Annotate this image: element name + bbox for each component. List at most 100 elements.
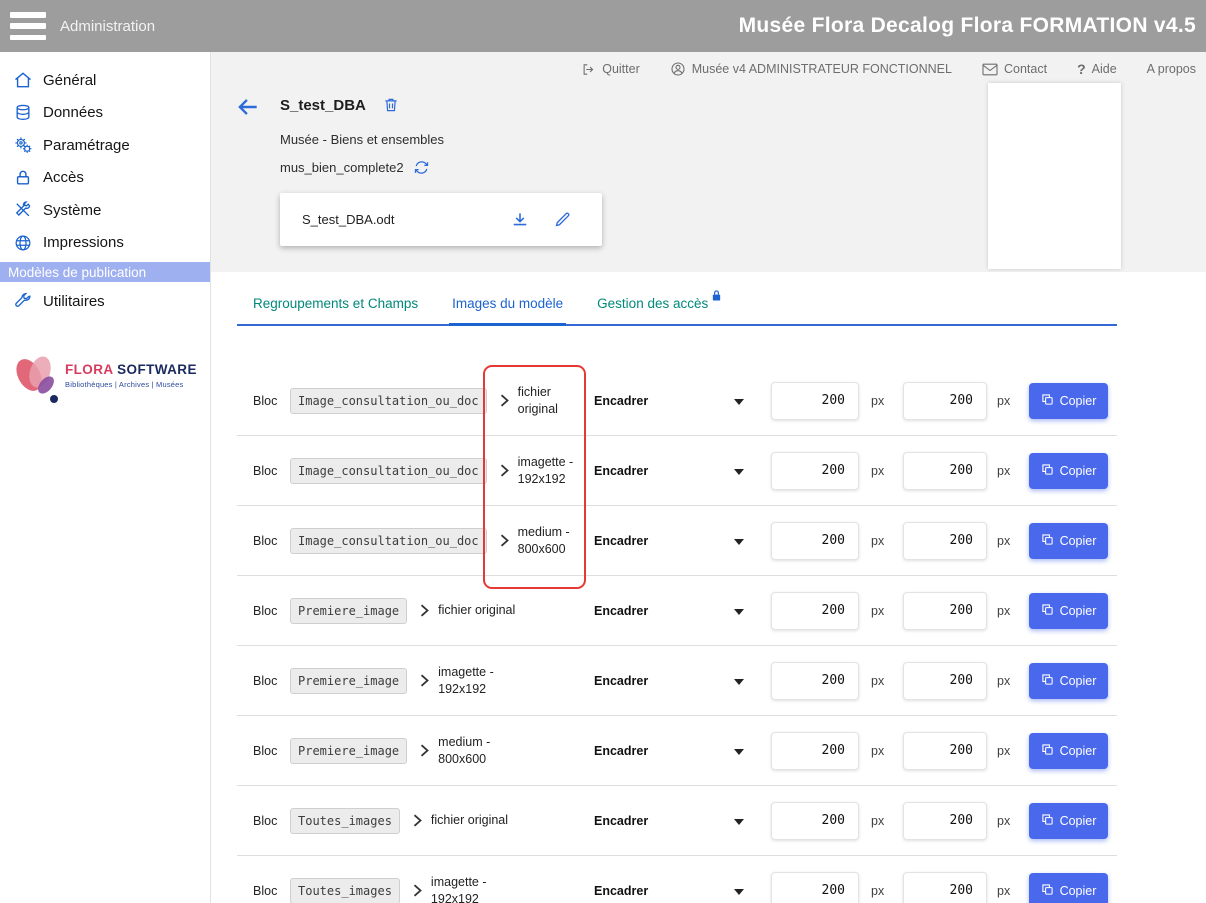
height-input[interactable] bbox=[903, 522, 987, 560]
height-input[interactable] bbox=[903, 382, 987, 420]
edit-button[interactable] bbox=[553, 210, 572, 229]
tab-images-du-modele[interactable]: Images du modèle bbox=[449, 296, 566, 326]
px-unit-label: px bbox=[871, 394, 884, 408]
image-variant-label: imagette - 192x192 bbox=[438, 664, 520, 698]
image-variant-label: imagette - 192x192 bbox=[431, 874, 513, 903]
copier-button[interactable]: Copier bbox=[1029, 453, 1108, 489]
sidebar-item-utilitaires[interactable]: Utilitaires bbox=[0, 285, 210, 318]
sidebar-item-parametrage[interactable]: Paramétrage bbox=[0, 129, 210, 162]
chevron-right-icon[interactable] bbox=[500, 394, 509, 407]
back-button[interactable] bbox=[235, 94, 261, 120]
width-input[interactable] bbox=[771, 452, 859, 490]
copier-button[interactable]: Copier bbox=[1029, 593, 1108, 629]
sidebar-item-general[interactable]: Général bbox=[0, 64, 210, 97]
width-input[interactable] bbox=[771, 802, 859, 840]
copy-icon bbox=[1041, 673, 1054, 689]
width-input[interactable] bbox=[771, 732, 859, 770]
delete-button[interactable] bbox=[382, 96, 400, 114]
encadrer-select[interactable]: Encadrer bbox=[594, 576, 744, 645]
download-button[interactable] bbox=[510, 210, 530, 230]
px-unit-label: px bbox=[997, 464, 1010, 478]
quit-button[interactable]: Quitter bbox=[581, 62, 640, 77]
tab-regroupements-et-champs[interactable]: Regroupements et Champs bbox=[250, 296, 421, 324]
chevron-right-icon[interactable] bbox=[413, 814, 422, 827]
height-input[interactable] bbox=[903, 872, 987, 903]
copier-button[interactable]: Copier bbox=[1029, 803, 1108, 839]
copier-button[interactable]: Copier bbox=[1029, 873, 1108, 903]
application-window: Administration Musée Flora Decalog Flora… bbox=[0, 0, 1206, 903]
about-button[interactable]: A propos bbox=[1147, 62, 1196, 76]
px-unit-label: px bbox=[871, 814, 884, 828]
record-subtitle: Musée - Biens et ensembles bbox=[280, 132, 444, 147]
bloc-field[interactable]: Premiere_image bbox=[290, 598, 407, 624]
sidebar-item-impressions[interactable]: Impressions bbox=[0, 227, 210, 260]
sidebar-item-acces[interactable]: Accès bbox=[0, 162, 210, 195]
sidebar-item-modeles-de-publication[interactable]: Modèles de publication bbox=[0, 262, 210, 282]
tab-gestion-des-acces[interactable]: Gestion des accès bbox=[594, 289, 725, 324]
bloc-field[interactable]: Premiere_image bbox=[290, 738, 407, 764]
encadrer-value: Encadrer bbox=[594, 814, 648, 828]
about-label: A propos bbox=[1147, 62, 1196, 76]
encadrer-select[interactable]: Encadrer bbox=[594, 646, 744, 715]
width-input[interactable] bbox=[771, 522, 859, 560]
chevron-right-icon[interactable] bbox=[420, 604, 429, 617]
px-unit-label: px bbox=[997, 534, 1010, 548]
question-mark-icon: ? bbox=[1077, 61, 1086, 77]
copier-button[interactable]: Copier bbox=[1029, 733, 1108, 769]
encadrer-select[interactable]: Encadrer bbox=[594, 716, 744, 785]
width-input[interactable] bbox=[771, 382, 859, 420]
current-user[interactable]: Musée v4 ADMINISTRATEUR FONCTIONNEL bbox=[670, 61, 952, 77]
encadrer-select[interactable]: Encadrer bbox=[594, 366, 744, 435]
caret-down-icon bbox=[734, 742, 744, 760]
bloc-field[interactable]: Image_consultation_ou_doc bbox=[290, 528, 487, 554]
contact-button[interactable]: Contact bbox=[982, 62, 1047, 76]
copier-button[interactable]: Copier bbox=[1029, 523, 1108, 559]
chevron-right-icon[interactable] bbox=[420, 674, 429, 687]
table-row: Bloc Premiere_image fichier original Enc… bbox=[237, 576, 1117, 646]
width-input[interactable] bbox=[771, 872, 859, 903]
width-input[interactable] bbox=[771, 592, 859, 630]
help-button[interactable]: ? Aide bbox=[1077, 61, 1117, 77]
height-input[interactable] bbox=[903, 802, 987, 840]
encadrer-select[interactable]: Encadrer bbox=[594, 506, 744, 575]
bloc-field[interactable]: Image_consultation_ou_doc bbox=[290, 388, 487, 414]
refresh-button[interactable] bbox=[413, 159, 430, 176]
table-row: Bloc Premiere_image medium - 800x600 Enc… bbox=[237, 716, 1117, 786]
copier-label: Copier bbox=[1060, 744, 1097, 758]
height-input[interactable] bbox=[903, 732, 987, 770]
encadrer-select[interactable]: Encadrer bbox=[594, 436, 744, 505]
height-input[interactable] bbox=[903, 452, 987, 490]
bloc-field[interactable]: Image_consultation_ou_doc bbox=[290, 458, 487, 484]
copier-button[interactable]: Copier bbox=[1029, 663, 1108, 699]
chevron-right-icon[interactable] bbox=[420, 744, 429, 757]
bloc-field[interactable]: Toutes_images bbox=[290, 878, 400, 903]
copier-button[interactable]: Copier bbox=[1029, 383, 1108, 419]
menu-icon[interactable] bbox=[10, 12, 46, 40]
chevron-right-icon[interactable] bbox=[500, 464, 509, 477]
header-section-label: Administration bbox=[60, 18, 155, 35]
width-input[interactable] bbox=[771, 662, 859, 700]
bloc-label: Bloc bbox=[253, 884, 290, 898]
preview-placeholder bbox=[988, 83, 1121, 269]
encadrer-value: Encadrer bbox=[594, 744, 648, 758]
bloc-label: Bloc bbox=[253, 394, 290, 408]
bloc-field[interactable]: Toutes_images bbox=[290, 808, 400, 834]
sidebar-item-systeme[interactable]: Système bbox=[0, 194, 210, 227]
table-row: Bloc Image_consultation_ou_doc medium - … bbox=[237, 506, 1117, 576]
bloc-field[interactable]: Premiere_image bbox=[290, 668, 407, 694]
template-file-card: S_test_DBA.odt bbox=[280, 193, 602, 246]
arrow-left-icon bbox=[235, 94, 261, 120]
lock-icon bbox=[711, 289, 722, 305]
encadrer-select[interactable]: Encadrer bbox=[594, 856, 744, 903]
chevron-right-icon[interactable] bbox=[413, 884, 422, 897]
height-input[interactable] bbox=[903, 662, 987, 700]
quit-label: Quitter bbox=[602, 62, 640, 76]
wrench-icon bbox=[12, 290, 34, 312]
px-unit-label: px bbox=[997, 814, 1010, 828]
top-header: Administration Musée Flora Decalog Flora… bbox=[0, 0, 1206, 52]
download-icon bbox=[510, 210, 530, 230]
chevron-right-icon[interactable] bbox=[500, 534, 509, 547]
height-input[interactable] bbox=[903, 592, 987, 630]
encadrer-select[interactable]: Encadrer bbox=[594, 786, 744, 855]
sidebar-item-donnees[interactable]: Données bbox=[0, 97, 210, 130]
